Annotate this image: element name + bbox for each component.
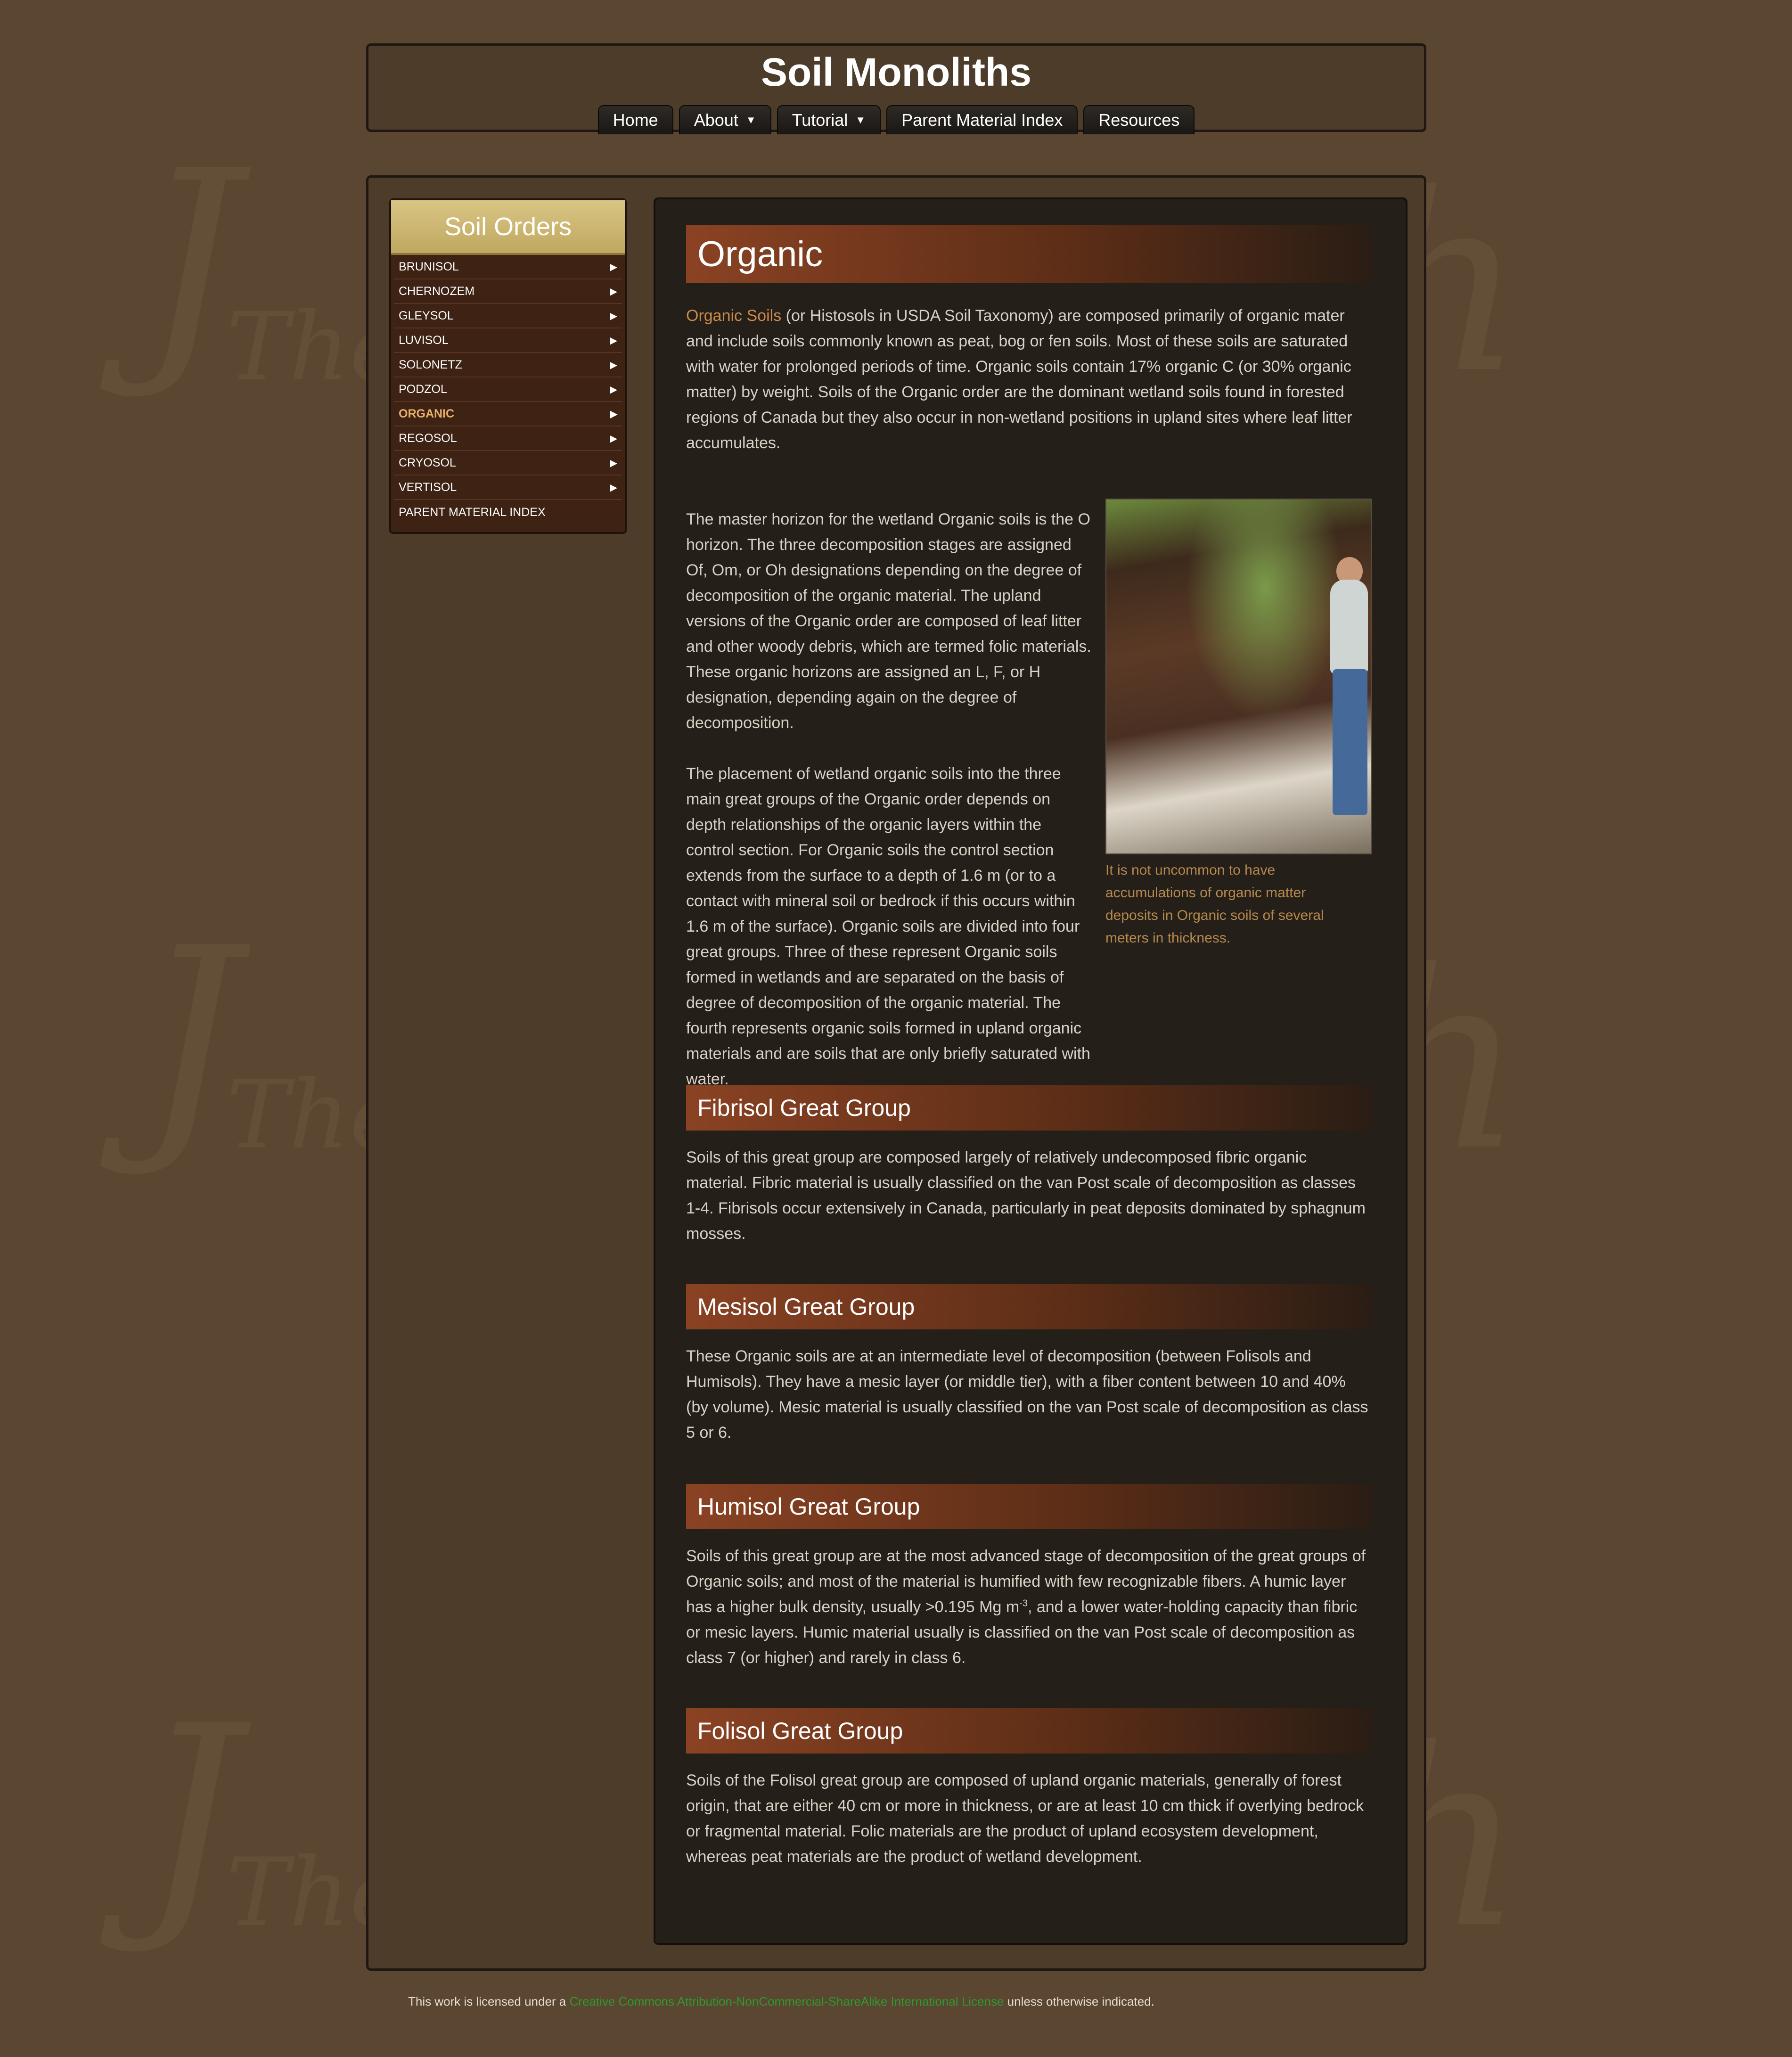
caret-right-icon: ▶ (610, 360, 617, 370)
caret-right-icon: ▶ (610, 433, 617, 444)
site-header: Soil Monoliths Home About ▼ Tutorial ▼ Par… (366, 43, 1426, 134)
watermark-script: J (141, 895, 240, 1181)
sidebar-item-label: PARENT MATERIAL INDEX (399, 505, 546, 519)
caret-right-icon: ▶ (610, 262, 617, 272)
soil-profile-photo (1105, 499, 1372, 854)
nav-parent-material-index-label: Parent Material Index (901, 110, 1063, 130)
photo-caption: It is not uncommon to have accumulations… (1105, 862, 1324, 946)
master-horizon-paragraph: The master horizon for the wetland Organ… (686, 510, 1091, 732)
placement-paragraph-a: The placement of wetland organic soils i… (686, 761, 1091, 1092)
sidebar-item-label: ORGANIC (399, 407, 455, 420)
intro-paragraph: Organic Soils (or Histosols in USDA Soil… (686, 303, 1372, 456)
sidebar-item-label: CRYOSOL (399, 456, 456, 469)
sidebar-item-vertisol[interactable]: VERTISOL ▶ (394, 475, 622, 500)
sidebar-item-gleysol[interactable]: GLEYSOL ▶ (394, 304, 622, 328)
fibrisol-paragraph: Soils of this great group are composed l… (686, 1148, 1366, 1243)
sidebar-item-label: PODZOL (399, 382, 447, 396)
caret-right-icon: ▶ (610, 458, 617, 468)
sidebar-item-solonetz[interactable]: SOLONETZ ▶ (394, 353, 622, 377)
nav-home[interactable]: Home (597, 105, 673, 134)
mesisol-heading: Mesisol Great Group (686, 1284, 1372, 1329)
sidebar-item-label: GLEYSOL (399, 309, 454, 322)
caret-right-icon: ▶ (610, 286, 617, 297)
sidebar-item-organic[interactable]: ORGANIC ▶ (394, 402, 622, 426)
nav-about-label: About (694, 110, 738, 130)
humisol-paragraph: Soils of this great group are at the mos… (686, 1543, 1372, 1671)
person-body (1330, 580, 1368, 674)
humisol-heading: Humisol Great Group (686, 1484, 1372, 1529)
sidebar-item-chernozem[interactable]: CHERNOZEM ▶ (394, 279, 622, 304)
site-title[interactable]: Soil Monoliths (368, 49, 1424, 95)
chevron-down-icon: ▼ (855, 114, 866, 126)
caret-right-icon: ▶ (610, 409, 617, 419)
sidebar-item-label: SOLONETZ (399, 358, 462, 371)
caret-right-icon: ▶ (610, 335, 617, 346)
folisol-paragraph: Soils of the Folisol great group are com… (686, 1771, 1364, 1866)
nav-home-label: Home (613, 110, 658, 130)
sidebar-item-label: VERTISOL (399, 480, 457, 494)
mesisol-paragraph: These Organic soils are at an intermedia… (686, 1347, 1368, 1442)
caret-right-icon: ▶ (610, 482, 617, 493)
nav-about[interactable]: About ▼ (679, 105, 771, 134)
page-title: Organic (686, 225, 1372, 283)
footer-license: This work is licensed under a Creative C… (408, 1994, 1154, 2009)
sidebar-heading: Soil Orders (391, 200, 625, 255)
nav-resources-label: Resources (1098, 110, 1180, 130)
sidebar-item-label: BRUNISOL (399, 260, 459, 273)
sidebar-item-label: CHERNOZEM (399, 284, 475, 298)
sidebar-item-label: REGOSOL (399, 431, 457, 445)
sidebar-item-podzol[interactable]: PODZOL ▶ (394, 377, 622, 402)
footer-prefix: This work is licensed under a (408, 1994, 570, 2008)
humisol-superscript: -3 (1019, 1598, 1028, 1609)
nav-tutorial-label: Tutorial (792, 110, 848, 130)
person-legs (1333, 669, 1367, 815)
intro-text: (or Histosols in USDA Soil Taxonomy) are… (686, 307, 1352, 452)
nav-parent-material-index[interactable]: Parent Material Index (886, 105, 1078, 134)
organic-soils-link[interactable]: Organic Soils (686, 307, 781, 325)
license-link[interactable]: Creative Commons Attribution-NonCommerci… (569, 1994, 1004, 2008)
fibrisol-heading: Fibrisol Great Group (686, 1085, 1372, 1131)
nav-resources[interactable]: Resources (1083, 105, 1195, 134)
caret-right-icon: ▶ (610, 384, 617, 395)
sidebar-item-label: LUVISOL (399, 333, 449, 347)
sidebar-item-brunisol[interactable]: BRUNISOL ▶ (394, 255, 622, 279)
placement-text: The placement of wetland organic soils i… (686, 765, 1090, 1088)
footer-suffix: unless otherwise indicated. (1004, 1994, 1154, 2008)
main-nav: Home About ▼ Tutorial ▼ Parent Material In… (368, 105, 1424, 134)
chevron-down-icon: ▼ (745, 114, 756, 126)
sidebar-item-parent-material-index[interactable]: PARENT MATERIAL INDEX (394, 500, 622, 524)
nav-tutorial[interactable]: Tutorial ▼ (777, 105, 881, 134)
content-panel: Organic Organic Soils (or Histosols in U… (654, 197, 1407, 1945)
sidebar-item-luvisol[interactable]: LUVISOL ▶ (394, 328, 622, 353)
sidebar-item-cryosol[interactable]: CRYOSOL ▶ (394, 451, 622, 475)
sidebar-soil-orders: Soil Orders BRUNISOL ▶ CHERNOZEM ▶ GLEYSOL… (389, 198, 627, 534)
watermark-script: J (141, 1673, 240, 1959)
watermark-script: J (141, 118, 240, 403)
main-container: Soil Orders BRUNISOL ▶ CHERNOZEM ▶ GLEYSOL… (366, 175, 1426, 1971)
caret-right-icon: ▶ (610, 311, 617, 321)
sidebar-item-regosol[interactable]: REGOSOL ▶ (394, 426, 622, 451)
folisol-heading: Folisol Great Group (686, 1708, 1372, 1754)
